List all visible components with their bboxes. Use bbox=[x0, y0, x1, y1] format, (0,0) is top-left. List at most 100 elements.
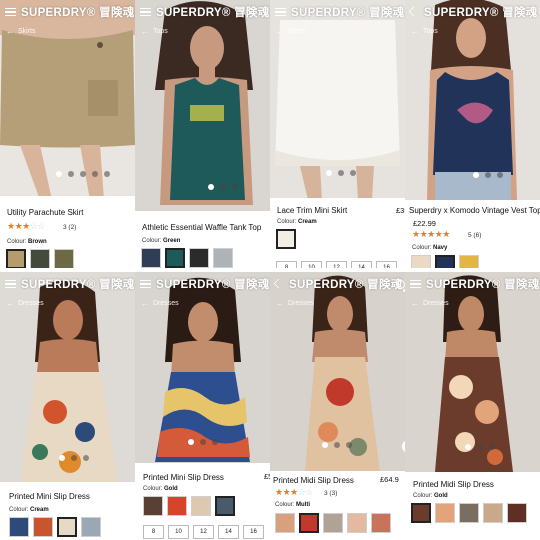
image-carousel-dots[interactable] bbox=[56, 171, 110, 177]
colour-swatch[interactable] bbox=[189, 248, 209, 268]
colour-swatch[interactable] bbox=[167, 496, 187, 516]
image-carousel-dots[interactable] bbox=[473, 172, 503, 178]
breadcrumb-back[interactable]: ← Skirts bbox=[6, 27, 36, 36]
menu-icon[interactable] bbox=[5, 279, 16, 289]
menu-icon[interactable] bbox=[5, 7, 16, 17]
brand-logo[interactable]: SUPERDRY® 冒険魂 bbox=[156, 4, 270, 20]
breadcrumb-back[interactable]: ← Tops bbox=[141, 27, 168, 36]
breadcrumb-label: Tops bbox=[423, 28, 438, 35]
image-carousel-dots[interactable] bbox=[208, 184, 238, 190]
breadcrumb-back[interactable]: ← Dresses bbox=[276, 299, 314, 308]
image-carousel-dots[interactable] bbox=[59, 455, 89, 461]
carousel-dot[interactable] bbox=[485, 172, 491, 178]
image-carousel-dots[interactable] bbox=[326, 170, 356, 176]
carousel-dot[interactable] bbox=[232, 184, 238, 190]
carousel-dot[interactable] bbox=[104, 171, 110, 177]
image-carousel-dots[interactable] bbox=[465, 444, 495, 450]
brand-logo[interactable]: SUPERDRY® 冒険魂 bbox=[289, 276, 403, 292]
carousel-dot[interactable] bbox=[71, 455, 77, 461]
brand-logo[interactable]: SUPERDRY® 冒険魂 bbox=[424, 4, 538, 20]
colour-swatch[interactable] bbox=[215, 496, 235, 516]
breadcrumb-back[interactable]: ← Dresses bbox=[411, 299, 449, 308]
carousel-dot[interactable] bbox=[92, 171, 98, 177]
colour-swatch[interactable] bbox=[54, 249, 74, 269]
size-option[interactable]: 14 bbox=[218, 525, 239, 539]
product-info-card: Printed Mini Slip Dress Colour: Cream bbox=[0, 482, 135, 540]
carousel-dot[interactable] bbox=[465, 444, 471, 450]
carousel-dot[interactable] bbox=[334, 442, 340, 448]
size-option[interactable]: 8 bbox=[143, 525, 164, 539]
colour-swatch[interactable] bbox=[143, 496, 163, 516]
colour-swatch[interactable] bbox=[323, 513, 343, 533]
rating-stars[interactable]: ★★★☆☆ bbox=[275, 487, 313, 498]
carousel-dot[interactable] bbox=[473, 172, 479, 178]
menu-icon[interactable] bbox=[140, 7, 151, 17]
brand-logo[interactable]: SUPERDRY® 冒険魂 bbox=[156, 276, 270, 292]
image-carousel-dots[interactable] bbox=[188, 439, 218, 445]
colour-swatch[interactable] bbox=[30, 249, 50, 269]
colour-swatch[interactable] bbox=[213, 248, 233, 268]
rating-count[interactable]: 3 (3) bbox=[324, 490, 337, 497]
carousel-dot[interactable] bbox=[208, 184, 214, 190]
colour-swatch[interactable] bbox=[483, 503, 503, 523]
rating-count[interactable]: 3 (2) bbox=[63, 224, 76, 231]
colour-swatch[interactable] bbox=[507, 503, 527, 523]
carousel-dot[interactable] bbox=[212, 439, 218, 445]
rating-count[interactable]: 5 (6) bbox=[468, 232, 481, 239]
carousel-dot[interactable] bbox=[188, 439, 194, 445]
brand-logo[interactable]: SUPERDRY® 冒険魂 bbox=[291, 4, 405, 20]
colour-swatch[interactable] bbox=[299, 513, 319, 533]
carousel-dot[interactable] bbox=[56, 171, 62, 177]
carousel-dot[interactable] bbox=[68, 171, 74, 177]
colour-swatch[interactable] bbox=[371, 513, 391, 533]
colour-swatch[interactable] bbox=[9, 517, 29, 537]
brand-logo[interactable]: SUPERDRY® 冒険魂 bbox=[21, 4, 135, 20]
breadcrumb-back[interactable]: ← Skirts bbox=[276, 27, 306, 36]
rating-stars[interactable]: ★★★☆☆ bbox=[7, 221, 45, 232]
product-screen-lace-trim-mini-skirt: SUPERDRY® 冒険魂 ← Skirts Lace Trim Mini Sk… bbox=[270, 0, 405, 270]
breadcrumb-back[interactable]: ← Tops bbox=[411, 27, 438, 36]
size-option[interactable]: 12 bbox=[193, 525, 214, 539]
brand-logo[interactable]: SUPERDRY® 冒険魂 bbox=[21, 276, 135, 292]
carousel-dot[interactable] bbox=[59, 455, 65, 461]
size-option[interactable]: 16 bbox=[243, 525, 264, 539]
carousel-dot[interactable] bbox=[220, 184, 226, 190]
colour-swatch[interactable] bbox=[347, 513, 367, 533]
menu-icon[interactable] bbox=[275, 7, 286, 17]
carousel-dot[interactable] bbox=[322, 442, 328, 448]
breadcrumb-back[interactable]: ← Dresses bbox=[6, 299, 44, 308]
size-option[interactable]: 10 bbox=[168, 525, 189, 539]
search-icon[interactable] bbox=[396, 280, 405, 289]
back-icon[interactable] bbox=[275, 280, 285, 288]
carousel-dot[interactable] bbox=[350, 170, 356, 176]
colour-swatch[interactable] bbox=[276, 229, 296, 249]
colour-swatch[interactable] bbox=[165, 248, 185, 268]
carousel-dot[interactable] bbox=[326, 170, 332, 176]
colour-swatch[interactable] bbox=[141, 248, 161, 268]
colour-swatch[interactable] bbox=[191, 496, 211, 516]
image-carousel-dots[interactable] bbox=[322, 442, 352, 448]
carousel-dot[interactable] bbox=[80, 171, 86, 177]
breadcrumb-back[interactable]: ← Dresses bbox=[141, 299, 179, 308]
colour-swatch[interactable] bbox=[459, 503, 479, 523]
menu-icon[interactable] bbox=[140, 279, 151, 289]
colour-swatch[interactable] bbox=[411, 503, 431, 523]
carousel-dot[interactable] bbox=[338, 170, 344, 176]
colour-swatch[interactable] bbox=[275, 513, 295, 533]
carousel-dot[interactable] bbox=[200, 439, 206, 445]
back-icon[interactable] bbox=[410, 8, 420, 16]
menu-icon[interactable] bbox=[410, 279, 421, 289]
colour-swatch[interactable] bbox=[6, 249, 26, 269]
carousel-dot[interactable] bbox=[477, 444, 483, 450]
colour-swatch[interactable] bbox=[81, 517, 101, 537]
carousel-dot[interactable] bbox=[346, 442, 352, 448]
rating-stars[interactable]: ★★★★★ bbox=[412, 229, 450, 240]
colour-swatch[interactable] bbox=[33, 517, 53, 537]
carousel-dot[interactable] bbox=[497, 172, 503, 178]
colour-swatch[interactable] bbox=[57, 517, 77, 537]
carousel-dot[interactable] bbox=[83, 455, 89, 461]
colour-swatch[interactable] bbox=[435, 503, 455, 523]
brand-logo[interactable]: SUPERDRY® 冒険魂 bbox=[426, 276, 540, 292]
carousel-dot[interactable] bbox=[489, 444, 495, 450]
size-options: 8 10 12 14 16 bbox=[143, 525, 264, 539]
